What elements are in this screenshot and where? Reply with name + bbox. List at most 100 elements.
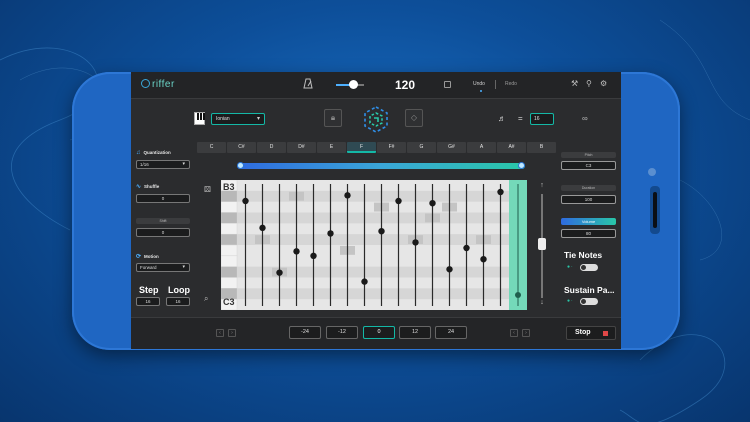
key-f-sharp[interactable]: F#: [377, 142, 406, 153]
arrow-up-icon[interactable]: ↑: [537, 182, 547, 189]
piano-key: [221, 266, 238, 278]
transpose-button[interactable]: 24: [435, 326, 467, 339]
settings-icon[interactable]: ⚙: [600, 79, 607, 88]
transpose-button[interactable]: 12: [399, 326, 431, 339]
piano-key: [221, 223, 238, 235]
grid-row-shade: [237, 190, 509, 202]
step-note: [293, 248, 300, 255]
duration-label: Duration: [561, 185, 616, 191]
eraser-button[interactable]: ◇: [405, 109, 423, 127]
chevron-down-icon: ▾: [256, 116, 260, 122]
step-note: [446, 266, 453, 273]
sustain-toggle[interactable]: [580, 298, 598, 305]
tie-notes-label: Tie Notes: [564, 250, 603, 260]
key-f[interactable]: F: [347, 142, 376, 153]
redo-button[interactable]: Redo: [505, 81, 517, 87]
tempo-slider-knob[interactable]: [349, 80, 358, 89]
chevron-right-icon[interactable]: ›: [522, 329, 530, 337]
chevron-right-icon[interactable]: ›: [228, 329, 236, 337]
chevron-left-icon[interactable]: ‹: [216, 329, 224, 337]
zoom-icon[interactable]: ⌕: [204, 294, 208, 304]
key-a-sharp[interactable]: A#: [497, 142, 526, 153]
lock-icon: 🔒︎: [330, 113, 336, 122]
record-square-icon[interactable]: [444, 81, 451, 88]
dice-icon[interactable]: ⚄: [204, 185, 211, 194]
metronome-icon[interactable]: [303, 78, 313, 92]
speaker-slot: [650, 186, 660, 234]
transpose-button[interactable]: 0: [363, 326, 395, 339]
app-logo-text: riffer: [152, 79, 175, 90]
key-g-sharp[interactable]: G#: [437, 142, 466, 153]
key-b[interactable]: B: [527, 142, 556, 153]
key-g[interactable]: G: [407, 142, 436, 153]
step-note: [327, 230, 334, 237]
piano-key: [221, 233, 238, 246]
user-icon[interactable]: ⚲: [586, 79, 592, 88]
range-start-handle[interactable]: [237, 162, 244, 169]
grid-row-shade: [237, 234, 509, 245]
chevron-left-icon[interactable]: ‹: [510, 329, 518, 337]
key-d[interactable]: D: [257, 142, 286, 153]
step-note: [259, 224, 266, 232]
transpose-button[interactable]: -12: [326, 326, 358, 339]
eraser-icon: ◇: [410, 113, 418, 122]
chevron-down-icon: ▾: [182, 264, 185, 270]
subdivision-select[interactable]: 16: [530, 113, 554, 125]
pitch-label: Pitch: [561, 152, 616, 158]
shift-field[interactable]: 0: [136, 228, 190, 237]
step-note: [361, 278, 368, 285]
shift-label: Shift: [136, 218, 190, 224]
tempo-value[interactable]: 120: [395, 78, 415, 92]
step-grid[interactable]: B3 C3: [221, 180, 527, 310]
octave-slider[interactable]: ↑ ↓: [537, 182, 547, 310]
key-a[interactable]: A: [467, 142, 496, 153]
quantization-select[interactable]: 1/16 ▾: [136, 160, 190, 169]
loop-label: Loop: [168, 285, 190, 295]
piano-key: [221, 201, 238, 213]
undo-button[interactable]: Undo: [473, 81, 485, 87]
note-value-icon: ♬: [498, 114, 506, 123]
step-note: [310, 252, 317, 260]
step-note: [429, 200, 436, 207]
octave-slider-thumb[interactable]: [538, 238, 546, 250]
piano-icon[interactable]: [194, 112, 205, 125]
motion-icon: ⟳: [136, 254, 142, 260]
lock-button[interactable]: 🔒︎: [324, 109, 342, 127]
grid-row-shade: [237, 212, 509, 224]
scale-select[interactable]: Ionian ▾: [211, 113, 265, 125]
step-field[interactable]: 16: [136, 297, 160, 306]
duration-field[interactable]: 100: [561, 195, 616, 204]
range-end-handle[interactable]: [518, 162, 525, 169]
tie-notes-toggle[interactable]: [580, 264, 598, 271]
key-c-sharp[interactable]: C#: [227, 142, 256, 153]
key-e[interactable]: E: [317, 142, 346, 153]
arrow-down-icon[interactable]: ↓: [537, 299, 547, 306]
riffer-generate-button[interactable]: [360, 104, 392, 136]
note-icon: ♫: [136, 150, 141, 156]
app-screen: riffer 120 Undo Redo ⚒ ⚲ ⚙ Ionian ▾ 🔒︎ ◇ …: [131, 72, 621, 349]
tempo-slider[interactable]: [336, 80, 364, 89]
stop-button[interactable]: Stop: [566, 326, 616, 340]
step-note: [378, 228, 385, 235]
step-note: [395, 197, 402, 205]
transpose-button[interactable]: -24: [289, 326, 321, 339]
link-icon[interactable]: ∞: [582, 114, 588, 123]
volume-field[interactable]: 80: [561, 229, 616, 238]
step-grid-svg[interactable]: [221, 180, 527, 310]
wrench-icon[interactable]: ⚒: [571, 79, 578, 88]
scale-value: Ionian: [216, 116, 230, 122]
equals-sign: =: [518, 114, 523, 123]
pitch-field[interactable]: C3: [561, 161, 616, 170]
key-d-sharp[interactable]: D#: [287, 142, 316, 153]
bottom-note-label: C3: [223, 297, 235, 307]
step-note: [463, 244, 470, 252]
range-slider[interactable]: [237, 162, 525, 169]
key-c[interactable]: C: [197, 142, 226, 153]
loop-field[interactable]: 16: [166, 297, 190, 306]
motion-select[interactable]: Forward ▾: [136, 263, 190, 272]
sustain-note: [515, 292, 521, 299]
sustain-dots: ●·: [567, 298, 574, 304]
piano-key: [221, 255, 238, 267]
shuffle-field[interactable]: 0: [136, 194, 190, 203]
step-note: [480, 256, 487, 263]
